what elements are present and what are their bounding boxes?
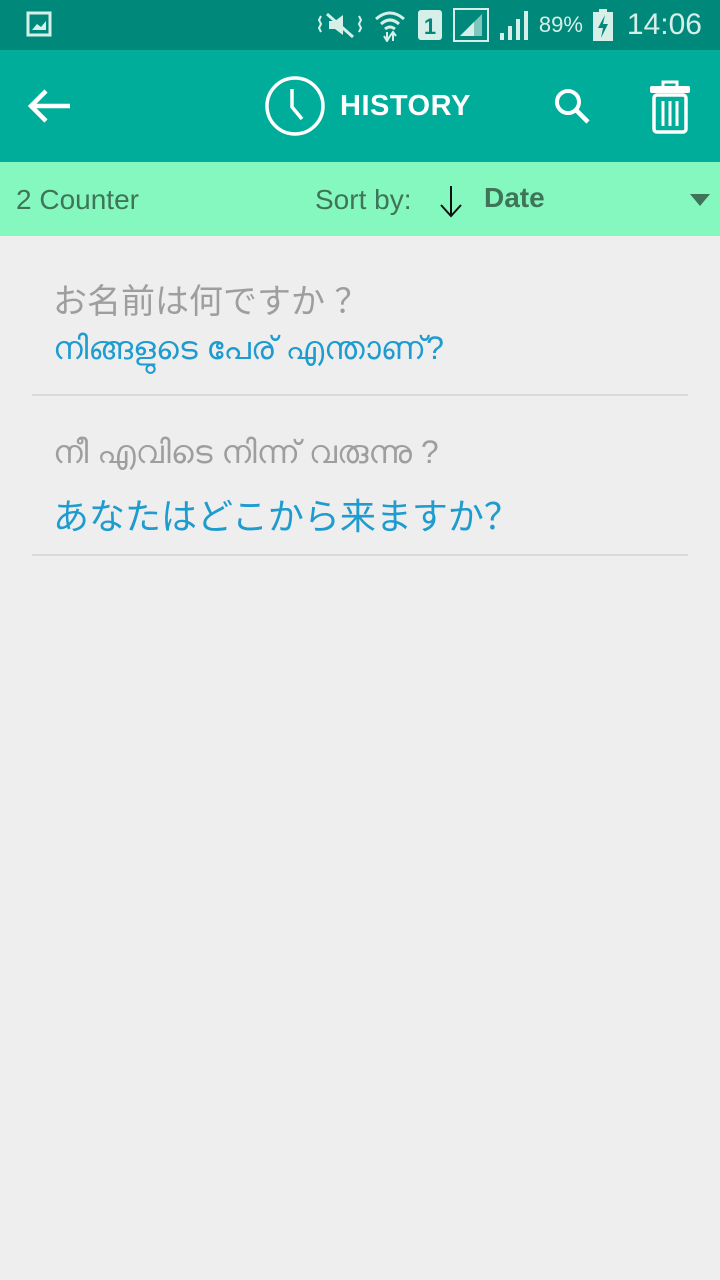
list-item[interactable]: お名前は何ですか ？ നിങ്ങളുടെ പേര് എന്താണ്? [32, 236, 688, 396]
app-bar: HISTORY [0, 50, 720, 162]
sort-label: Sort by: [315, 184, 412, 215]
source-text: നീ എവിടെ നിന്ന് വരുന്നു ? [53, 434, 439, 470]
source-text: お名前は何ですか ？ [53, 283, 369, 321]
battery-percent: 89% [538, 12, 583, 37]
svg-text:1: 1 [424, 14, 436, 39]
arrow-left-icon[interactable] [26, 86, 74, 126]
trash-icon[interactable] [648, 80, 692, 134]
arrow-down-icon[interactable] [438, 184, 464, 218]
signal-icon [499, 11, 528, 40]
list-item[interactable]: നീ എവിടെ നിന്ന് വരുന്നു ? あなたはどこから来ますか？ [32, 396, 688, 556]
dropdown-caret-icon[interactable] [690, 194, 710, 206]
history-counter: 2 Counter [16, 184, 139, 215]
status-bar: 1 89% 14:06 [0, 0, 720, 50]
sort-dropdown[interactable]: Date [484, 182, 545, 214]
sort-bar: 2 Counter Sort by: Date [0, 162, 720, 236]
sim-1-icon: 1 [417, 10, 442, 40]
history-list: お名前は何ですか ？ നിങ്ങളുടെ പേര് എന്താണ്? നീ എവ… [32, 236, 688, 556]
translation-text: あなたはどこから来ますか？ [53, 496, 520, 537]
clock-time: 14:06 [626, 8, 702, 41]
title-text: HISTORY [340, 89, 471, 122]
clock-icon [265, 76, 325, 136]
translation-text: നിങ്ങളുടെ പേര് എന്താണ്? [53, 330, 444, 366]
page-title: HISTORY [264, 74, 471, 138]
signal-box-icon [452, 8, 489, 42]
battery-charging-icon [592, 9, 613, 41]
mute-vibrate-icon [317, 12, 362, 39]
search-icon[interactable] [552, 86, 592, 126]
wifi-icon [374, 11, 405, 42]
gallery-icon [26, 11, 52, 37]
